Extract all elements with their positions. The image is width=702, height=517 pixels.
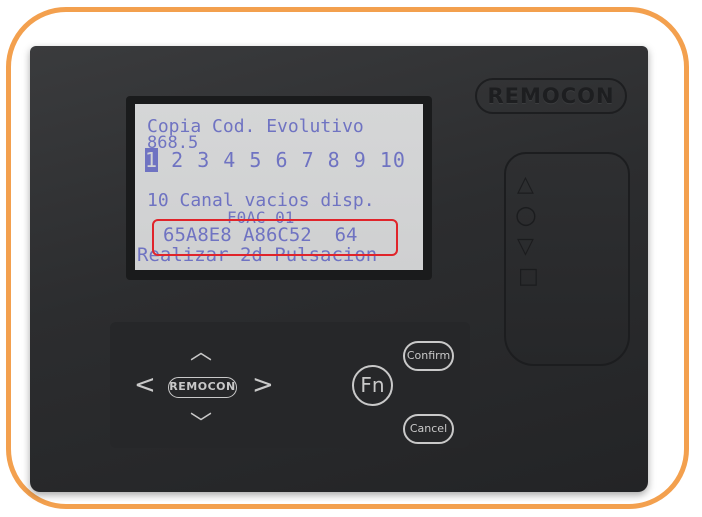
arrow-up-button[interactable]: ︿ [190, 342, 212, 364]
channel-number: 4 [223, 148, 237, 172]
arrow-right-button[interactable]: > [252, 372, 274, 398]
channel-number: 2 [171, 148, 185, 172]
confirm-button[interactable]: Confirm [403, 341, 454, 371]
lcd-channel-numbers: 1 2 3 4 5 6 7 8 9 10 [145, 148, 406, 172]
channel-number: 7 [301, 148, 315, 172]
code-highlight-box [152, 219, 398, 256]
nav-logo: REMOCON [168, 377, 237, 398]
channel-number: 9 [353, 148, 367, 172]
channel-selected: 1 [145, 148, 159, 172]
channel-number: 5 [249, 148, 263, 172]
arrow-left-button[interactable]: < [134, 372, 156, 398]
square-icon: □ [518, 264, 539, 289]
triangle-down-icon: ▽ [517, 234, 534, 259]
circle-icon: ○ [515, 200, 537, 229]
triangle-up-icon: △ [517, 172, 534, 197]
arrow-down-button[interactable]: ﹀ [190, 414, 212, 436]
brand-logo: REMOCON [475, 78, 627, 114]
channel-number: 6 [275, 148, 289, 172]
cancel-button[interactable]: Cancel [403, 414, 454, 444]
channel-number: 8 [327, 148, 341, 172]
channel-number: 10 [379, 148, 406, 172]
channel-number: 3 [197, 148, 211, 172]
fn-button[interactable]: Fn [352, 365, 393, 406]
